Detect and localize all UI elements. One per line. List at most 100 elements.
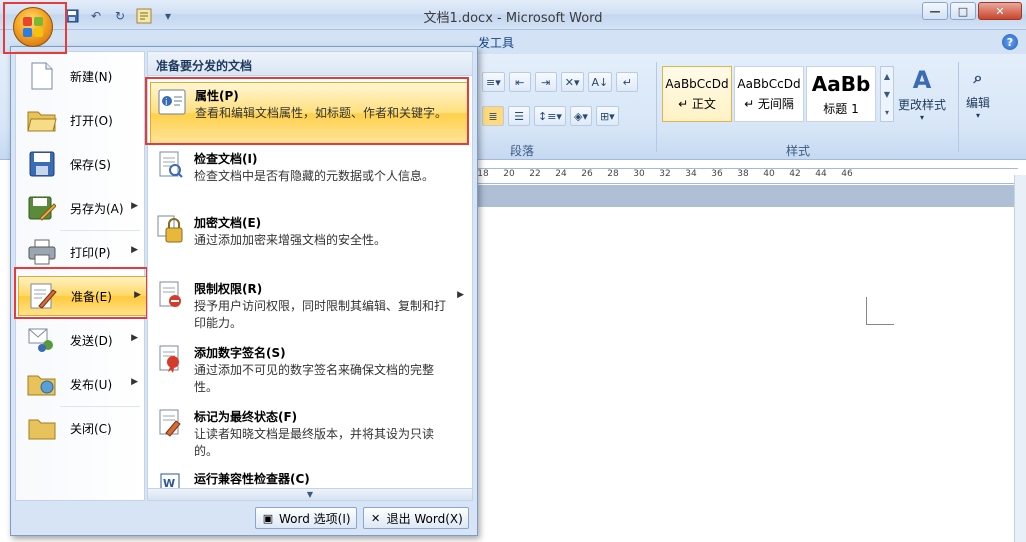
window-title: 文档1.docx - Microsoft Word bbox=[423, 11, 603, 26]
borders-icon[interactable]: ⊞▾ bbox=[595, 106, 619, 126]
document-page[interactable] bbox=[470, 207, 1014, 542]
menu-item-label: 关闭(C) bbox=[70, 421, 112, 436]
vertical-scrollbar[interactable] bbox=[1014, 175, 1026, 542]
printer-icon bbox=[26, 236, 58, 268]
prepare-highlight-box bbox=[14, 267, 148, 319]
menu-item-publish[interactable]: 发布(U) ▶ bbox=[18, 364, 144, 404]
margin-corner-mark bbox=[866, 297, 894, 325]
properties-highlight-box bbox=[145, 77, 469, 145]
office-logo-icon bbox=[23, 17, 43, 37]
menu-item-new[interactable]: 新建(N) bbox=[18, 56, 144, 96]
office-button[interactable] bbox=[13, 7, 53, 47]
submenu-scroll-down[interactable]: ▼ bbox=[148, 488, 472, 500]
menu-item-save[interactable]: 保存(S) bbox=[18, 144, 144, 184]
open-folder-icon bbox=[26, 104, 58, 136]
encrypt-lock-icon bbox=[156, 214, 186, 244]
close-folder-icon bbox=[26, 412, 58, 444]
menu-item-save-as[interactable]: 另存为(A) ▶ bbox=[18, 188, 144, 228]
binoculars-icon: ⌕ bbox=[973, 68, 983, 87]
save-as-icon bbox=[26, 192, 58, 224]
maximize-button[interactable]: □ bbox=[950, 2, 976, 20]
more-icon[interactable]: ▾ bbox=[885, 108, 889, 117]
send-icon bbox=[26, 324, 58, 356]
style-sample: AaBb bbox=[811, 71, 871, 96]
ruler-tick: 20 bbox=[503, 169, 515, 179]
justify-icon[interactable]: ≣ bbox=[482, 106, 504, 126]
paragraph-group-label: 段落 bbox=[510, 144, 535, 158]
group-divider bbox=[656, 62, 657, 152]
ruler-tick: 26 bbox=[581, 169, 593, 179]
distributed-icon[interactable]: ☰ bbox=[508, 106, 530, 126]
submenu-item-mark-final[interactable]: 标记为最终状态(F) 让读者知晓文档是最终版本，并将其设为只读的。 bbox=[150, 404, 468, 466]
submenu-item-description: 授予用户访问权限，同时限制其编辑、复制和打印能力。 bbox=[194, 299, 447, 330]
submenu-item-encrypt[interactable]: 加密文档(E) 通过添加加密来增强文档的安全性。 bbox=[150, 210, 468, 272]
show-marks-icon[interactable]: ↵ bbox=[616, 72, 639, 92]
scroll-down-icon[interactable]: ▼ bbox=[884, 90, 890, 99]
menu-divider bbox=[60, 406, 140, 407]
office-button-highlight bbox=[3, 2, 67, 54]
submenu-arrow-icon: ▶ bbox=[131, 201, 138, 211]
menu-item-label: 另存为(A) bbox=[70, 201, 124, 216]
submenu-item-description: 通过添加加密来增强文档的安全性。 bbox=[194, 233, 387, 247]
submenu-item-restrict[interactable]: 限制权限(R) 授予用户访问权限，同时限制其编辑、复制和打印能力。 ▶ bbox=[150, 276, 468, 338]
menu-item-send[interactable]: 发送(D) ▶ bbox=[18, 320, 144, 360]
scroll-up-icon[interactable]: ▲ bbox=[884, 72, 890, 81]
line-spacing-icon[interactable]: ↕≡▾ bbox=[534, 106, 566, 126]
word-options-button[interactable]: ▣ Word 选项(I) bbox=[255, 507, 357, 529]
increase-indent-icon[interactable]: ⇥ bbox=[534, 72, 557, 92]
sort-icon[interactable]: A↓ bbox=[587, 72, 613, 92]
style-name: ↵ 无间隔 bbox=[744, 96, 794, 111]
shading-icon[interactable]: ◈▾ bbox=[569, 106, 592, 126]
ruler-tick: 42 bbox=[789, 169, 801, 179]
digital-signature-icon bbox=[156, 344, 186, 374]
ruler-tick: 30 bbox=[633, 169, 645, 179]
submenu-arrow-icon: ▶ bbox=[131, 245, 138, 255]
decrease-indent-icon[interactable]: ⇤ bbox=[508, 72, 531, 92]
submenu-item-digital-signature[interactable]: 添加数字签名(S) 通过添加不可见的数字签名来确保文档的完整性。 bbox=[150, 340, 468, 402]
close-button[interactable]: ✕ bbox=[978, 2, 1022, 20]
editing-button[interactable]: ⌕ 编辑 ▾ bbox=[962, 62, 994, 120]
ruler-tick: 36 bbox=[711, 169, 723, 179]
asian-layout-icon[interactable]: ✕▾ bbox=[560, 72, 584, 92]
style-normal[interactable]: AaBbCcDd ↵ 正文 bbox=[662, 66, 732, 122]
paragraph-row-1: ≡▾ ⇤ ⇥ ✕▾ A↓ ↵ bbox=[482, 72, 639, 92]
menu-item-label: 保存(S) bbox=[70, 157, 111, 172]
menu-item-print[interactable]: 打印(P) ▶ bbox=[18, 232, 144, 272]
exit-word-button[interactable]: ✕ 退出 Word(X) bbox=[362, 507, 469, 529]
help-icon[interactable]: ? bbox=[1002, 34, 1018, 50]
list-icon[interactable]: ≡▾ bbox=[482, 72, 505, 92]
ruler-tick: 28 bbox=[607, 169, 619, 179]
word-options-label: Word 选项(I) bbox=[279, 511, 351, 526]
restrict-permission-icon bbox=[156, 280, 186, 310]
menu-item-label: 新建(N) bbox=[70, 69, 113, 84]
style-no-spacing[interactable]: AaBbCcDd ↵ 无间隔 bbox=[734, 66, 804, 122]
ruler-tick: 38 bbox=[737, 169, 749, 179]
submenu-item-inspect[interactable]: 检查文档(I) 检查文档中是否有隐藏的元数据或个人信息。 bbox=[150, 146, 468, 208]
save-icon bbox=[26, 148, 58, 180]
submenu-arrow-icon: ▶ bbox=[131, 377, 138, 387]
dropdown-arrow-icon: ▾ bbox=[920, 113, 925, 122]
submenu-item-title: 标记为最终状态(F) bbox=[194, 410, 298, 424]
menu-item-open[interactable]: 打开(O) bbox=[18, 100, 144, 140]
style-sample: AaBbCcDd bbox=[737, 76, 801, 91]
change-styles-button[interactable]: A 更改样式 ▾ bbox=[898, 64, 946, 122]
tab-developer[interactable]: 发工具 bbox=[478, 34, 514, 51]
submenu-item-compatibility[interactable]: W 运行兼容性检查器(C) bbox=[150, 468, 468, 493]
style-name: 标题 1 bbox=[823, 101, 859, 116]
inspect-document-icon bbox=[156, 150, 186, 180]
exit-word-label: 退出 Word(X) bbox=[386, 511, 463, 526]
menu-item-close[interactable]: 关闭(C) bbox=[18, 408, 144, 448]
minimize-button[interactable]: — bbox=[922, 2, 948, 20]
ruler-tick: 32 bbox=[659, 169, 671, 179]
horizontal-ruler: 18 20 22 24 26 28 30 32 34 36 38 40 42 44 46 bbox=[470, 168, 1018, 184]
style-name: ↵ 正文 bbox=[678, 96, 716, 111]
menu-divider bbox=[60, 230, 140, 231]
mark-final-icon bbox=[156, 408, 186, 438]
styles-group-label: 样式 bbox=[786, 144, 811, 158]
ruler-tick: 24 bbox=[555, 169, 567, 179]
styles-scroll[interactable]: ▲ ▼ ▾ bbox=[880, 66, 894, 122]
style-heading-1[interactable]: AaBb 标题 1 bbox=[806, 66, 876, 122]
menu-item-label: 发布(U) bbox=[70, 377, 113, 392]
window-controls: — □ ✕ bbox=[922, 2, 1022, 20]
submenu-item-title: 加密文档(E) bbox=[194, 216, 262, 230]
